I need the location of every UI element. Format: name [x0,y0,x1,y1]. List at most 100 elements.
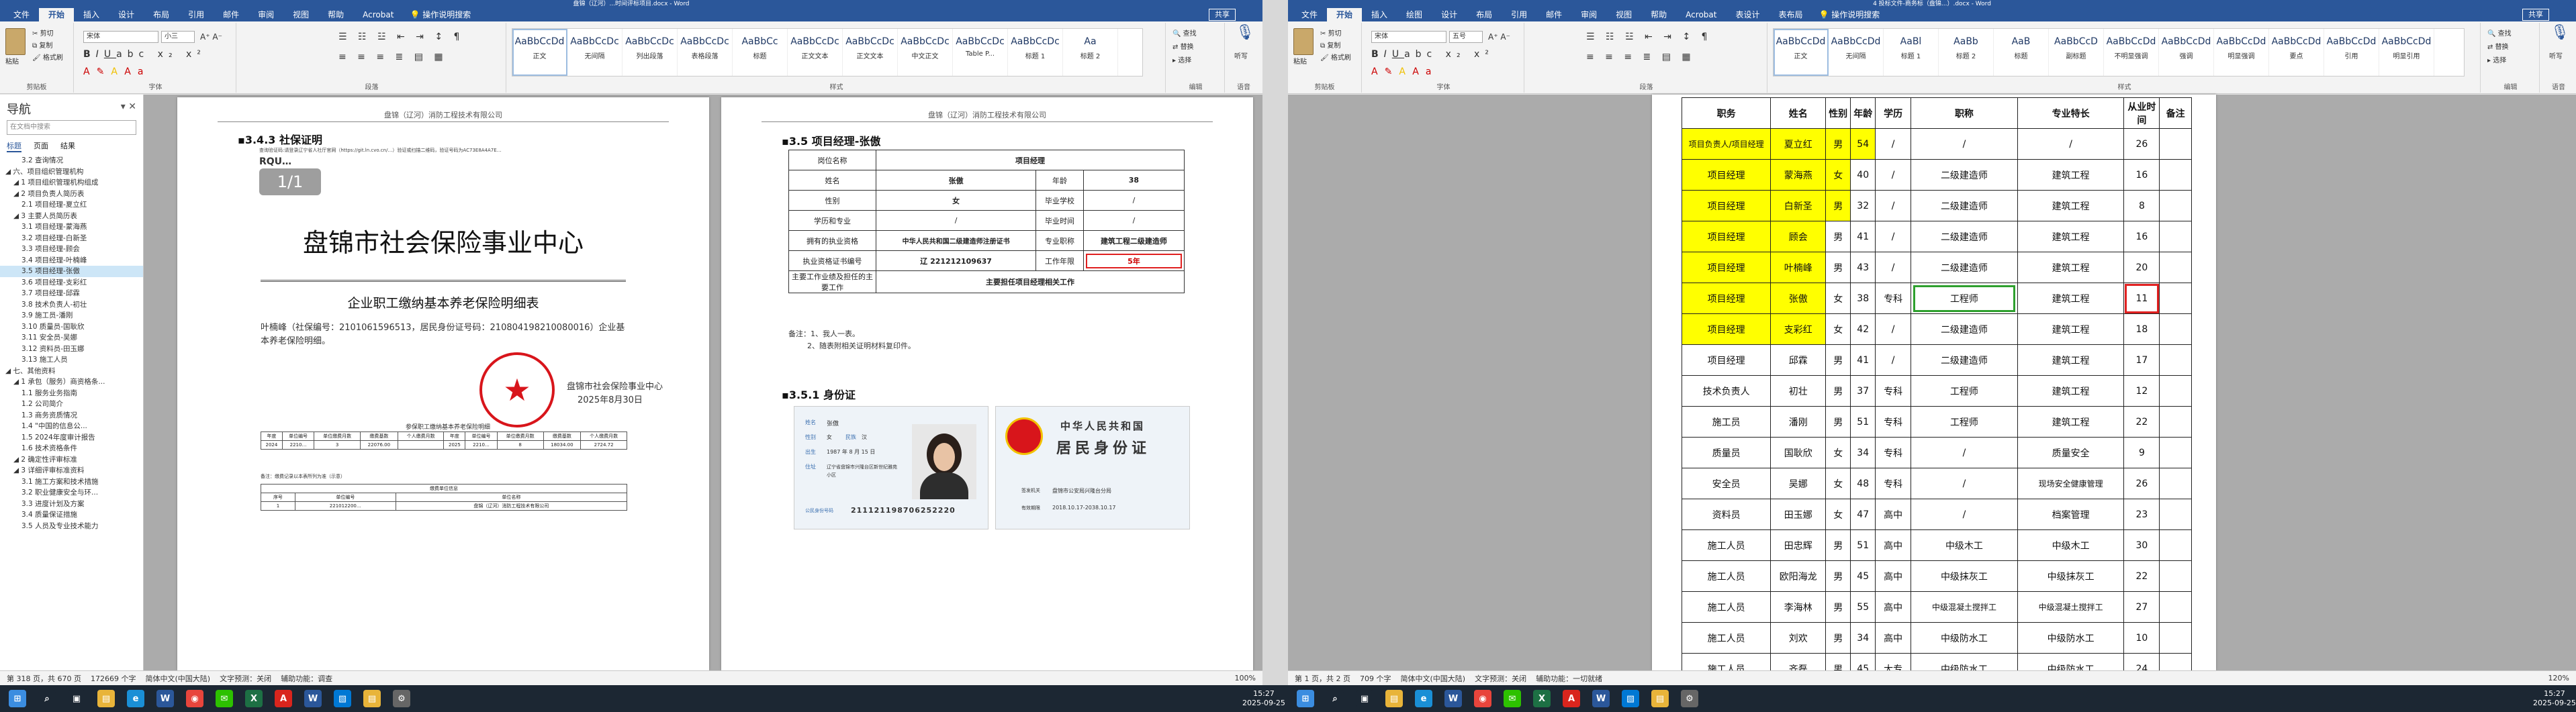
paste-icon[interactable] [1293,28,1314,55]
photos-icon[interactable]: ▧ [1622,690,1639,707]
font-size-select[interactable]: 五号 [1449,31,1483,43]
tab-5[interactable]: 布局 [1467,8,1502,21]
tab-13[interactable]: 表布局 [1769,8,1812,21]
align-icons[interactable]: ≡ ≡ ≡ ≣ ▤ ▦ [338,52,447,62]
windows-start-icon[interactable]: ⊞ [9,690,26,707]
microphone-icon[interactable]: 🎙 [2550,26,2569,40]
tab-9[interactable]: 视图 [1606,8,1641,21]
task-view-icon[interactable]: ▣ [68,690,85,707]
word-icon[interactable]: W [1444,690,1462,707]
settings-icon[interactable]: ⚙ [1681,690,1698,707]
nav-heading-item[interactable]: 3.11 安全员-吴娜 [0,332,143,344]
tab-2[interactable]: 插入 [74,8,109,21]
style-item[interactable]: AaBbCcDc 无间隔 [567,29,623,76]
cut-button[interactable]: ✂ 剪切 [32,30,54,39]
nav-heading-item[interactable]: 1.4 "中国的信息公... [0,421,143,432]
tab-3[interactable]: 设计 [109,8,144,21]
text-predictions[interactable]: 文字预测：关闭 [1475,673,1526,684]
document-page-2[interactable]: 盘锦（辽河）消防工程技术有限公司 ▪3.5 项目经理-张傲 岗位名称 项目经理 姓… [721,97,1253,670]
style-item[interactable]: AaBbCcDc 正文文本 [843,29,898,76]
word-2-icon[interactable]: W [1592,690,1610,707]
chrome-icon[interactable]: ◉ [186,690,203,707]
tab-1[interactable]: 开始 [1327,8,1363,21]
nav-heading-item[interactable]: 3.2 职业健康安全与环... [0,487,143,499]
style-item[interactable]: AaBbCcDc Table P... [953,29,1008,76]
tab-12[interactable]: 表设计 [1726,8,1769,21]
grow-font-icon[interactable]: A⁺ A⁻ [1488,32,1510,42]
clock-right[interactable]: 15:27 2025-09-25 [2533,689,2576,708]
nav-heading-item[interactable]: ◢ 3 详细评审标准资料 [0,465,143,476]
text-predictions[interactable]: 文字预测：关闭 [220,673,271,684]
accessibility[interactable]: 辅助功能：一切就绪 [1536,673,1602,684]
nav-heading-item[interactable]: ◢ 3 主要人员简历表 [0,211,143,222]
format-painter-button[interactable]: 🖌 格式刷 [32,54,63,63]
tab-10[interactable]: 帮助 [1641,8,1676,21]
nav-heading-item[interactable]: ◢ 1 承包（服务）商资格条... [0,376,143,388]
microphone-icon[interactable]: 🎙 [1236,26,1254,40]
tab-6[interactable]: 引用 [1502,8,1536,21]
style-item[interactable]: AaB 标题 [1994,29,2049,76]
style-item[interactable]: AaBb 标题 2 [1939,29,1994,76]
tab-7[interactable]: 邮件 [1536,8,1571,21]
tab-7[interactable]: 审阅 [248,8,283,21]
nav-search-input[interactable]: 在文档中搜索 [7,120,136,135]
nav-heading-item[interactable]: ◢ 2 项目负责人简历表 [0,189,143,200]
style-item[interactable]: AaBbCcDd 明显强调 [2214,29,2269,76]
tab-4[interactable]: 布局 [144,8,179,21]
tab-pages[interactable]: 页面 [34,140,48,152]
nav-heading-item[interactable]: 3.13 施工人员 [0,354,143,366]
word-count[interactable]: 709 个字 [1360,673,1391,684]
copy-button[interactable]: ⧉ 复制 [1320,42,1340,51]
accessibility[interactable]: 辅助功能：调查 [281,673,332,684]
chrome-icon[interactable]: ◉ [1474,690,1491,707]
dictate-button[interactable]: 听写 [2549,52,2563,62]
word-count[interactable]: 172669 个字 [91,673,136,684]
paste-icon[interactable] [5,28,26,55]
tab-headings[interactable]: 标题 [7,140,21,152]
select-button[interactable]: ▸ 选择 [2487,56,2506,66]
edge-icon[interactable]: e [1415,690,1432,707]
nav-heading-item[interactable]: 3.4 质量保证措施 [0,509,143,521]
dictate-button[interactable]: 听写 [1234,52,1248,62]
style-item[interactable]: AaBl 标题 1 [1884,29,1939,76]
style-item[interactable]: AaBbCcDc 表格段落 [678,29,733,76]
nav-heading-item[interactable]: 3.5 人员及专业技术能力 [0,521,143,532]
find-button[interactable]: 🔍 查找 [2487,30,2512,39]
nav-heading-item[interactable]: 3.5 项目经理-张傲 [0,266,143,277]
nav-heading-item[interactable]: 3.10 质量员-国耿欣 [0,321,143,333]
nav-heading-item[interactable]: ◢ 1 项目组织管理机构组成 [0,177,143,189]
nav-heading-item[interactable]: ◢ 七、其他资料 [0,366,143,377]
acrobat-icon[interactable]: A [275,690,292,707]
tab-3[interactable]: 绘图 [1397,8,1432,21]
tab-1[interactable]: 开始 [39,8,75,21]
page-count[interactable]: 第 318 页，共 670 页 [7,673,81,684]
font-format-buttons[interactable]: BIUabc x₂ x² [1371,50,1494,59]
font-color-icons[interactable]: A✎AAa [1371,67,1438,77]
tab-0[interactable]: 文件 [1292,8,1327,21]
wechat-icon[interactable]: ✉ [1504,690,1521,707]
replace-button[interactable]: ⇄ 替换 [1172,43,1194,52]
word-2-icon[interactable]: W [304,690,322,707]
style-item[interactable]: AaBbCcDd 无间隔 [1829,29,1884,76]
style-item[interactable]: AaBbCcDd 要点 [2269,29,2324,76]
tab-4[interactable]: 设计 [1432,8,1467,21]
style-item[interactable]: AaBbCcDd 引用 [2324,29,2379,76]
file-explorer-icon[interactable]: ▤ [97,690,115,707]
style-item[interactable]: AaBbCcDd 正文 [1774,29,1829,76]
styles-gallery[interactable]: AaBbCcDd 正文 AaBbCcDd 无间隔 AaBl 标题 1 AaBb 标题 2 AaB… [1773,28,2465,77]
nav-heading-item[interactable]: 1.2 公司简介 [0,399,143,410]
nav-heading-item[interactable]: ◢ 六、项目组织管理机构 [0,166,143,178]
style-item[interactable]: AaBbCc 标题 [733,29,788,76]
nav-heading-item[interactable]: 3.7 项目经理-邱霖 [0,288,143,299]
font-format-buttons[interactable]: BIUabc x₂ x² [83,50,206,59]
nav-heading-item[interactable]: 1.1 服务业务指南 [0,388,143,399]
nav-heading-item[interactable]: ◢ 2 确定性评审标准 [0,454,143,466]
excel-icon[interactable]: X [1533,690,1551,707]
style-item[interactable]: AaBbCcDc 标题 1 [1008,29,1063,76]
tab-11[interactable]: Acrobat [1676,8,1726,21]
tab-10[interactable]: Acrobat [353,8,403,21]
nav-heading-item[interactable]: 3.6 项目经理-支彩红 [0,277,143,289]
list-icons[interactable]: ☰ ☷ ☳ ⇤ ⇥ ↕ ¶ [338,32,463,42]
zoom-level[interactable]: 100% [1235,674,1256,682]
photos-icon[interactable]: ▧ [334,690,351,707]
